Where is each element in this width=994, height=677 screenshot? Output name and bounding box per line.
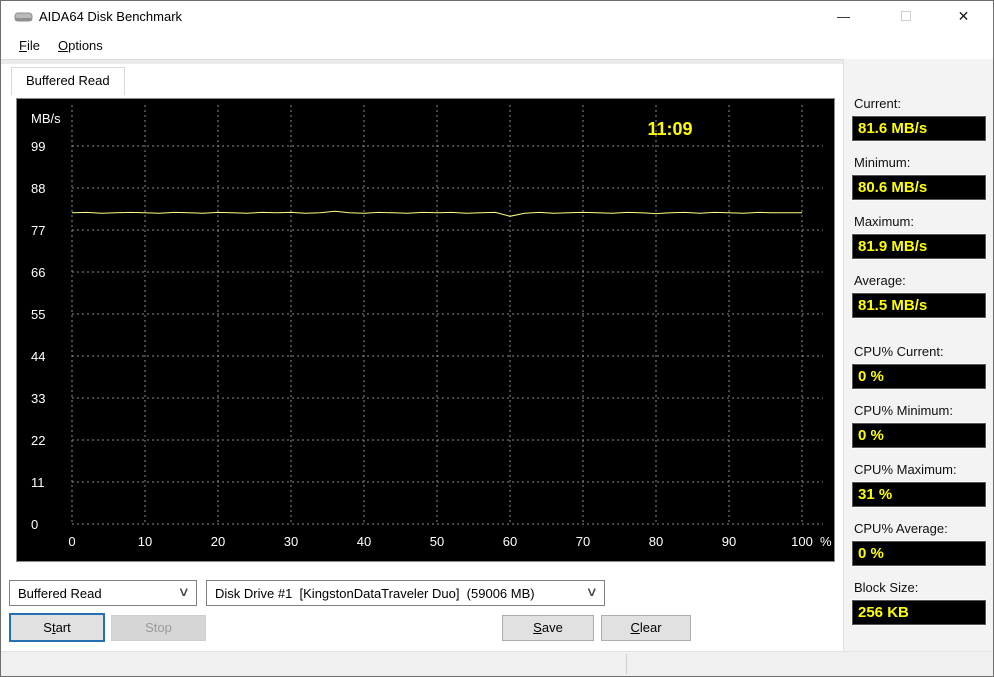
stat-label: Block Size: (854, 580, 919, 595)
stat-value-box: 80.6 MB/s (852, 175, 986, 200)
x-tick-label: 50 (430, 534, 444, 549)
y-tick-label: 88 (31, 181, 45, 196)
chevron-down-icon: ∨ (178, 584, 191, 599)
save-button[interactable]: Save (502, 615, 594, 641)
elapsed-time-label: 11:09 (647, 119, 692, 139)
stat-label: Current: (854, 96, 901, 111)
y-axis-unit: MB/s (31, 111, 61, 126)
menu-file[interactable]: File (10, 34, 49, 57)
window-title: AIDA64 Disk Benchmark (39, 9, 183, 24)
drive-select[interactable]: Disk Drive #1 [KingstonDataTraveler Duo]… (206, 580, 605, 606)
app-disk-icon (14, 12, 33, 22)
stat-label: CPU% Minimum: (854, 403, 953, 418)
benchmark-chart-area: 0 10 20 30 40 50 60 70 80 90 100% 99 88 77 66 55 44 33 22 1… (16, 98, 835, 562)
x-tick-label: 100 (791, 534, 813, 549)
x-tick-label: 80 (649, 534, 663, 549)
tab-buffered-read[interactable]: Buffered Read (11, 67, 125, 95)
stop-button: Stop (111, 615, 206, 641)
minimize-icon: — (837, 8, 850, 24)
stat-label: CPU% Average: (854, 521, 948, 536)
stat-value-box: 0 % (852, 364, 986, 389)
benchmark-type-value: Buffered Read (18, 585, 102, 601)
x-tick-label: 60 (503, 534, 517, 549)
y-tick-label: 22 (31, 433, 45, 448)
stat-label: Minimum: (854, 155, 911, 170)
stat-value-box: 81.6 MB/s (852, 116, 986, 141)
start-button[interactable]: Start (9, 613, 105, 642)
chevron-down-icon: ∨ (586, 584, 599, 599)
benchmark-chart: 0 10 20 30 40 50 60 70 80 90 100 % 99 88 77 66 55 44 33 22 1… (31, 105, 832, 549)
x-tick-label: 90 (722, 534, 736, 549)
status-pane-right (627, 652, 993, 676)
drive-select-value: Disk Drive #1 [KingstonDataTraveler Duo]… (215, 585, 535, 601)
close-button[interactable]: ✕ (941, 1, 986, 31)
stat-label: CPU% Current: (854, 344, 944, 359)
y-tick-label: 33 (31, 391, 45, 406)
maximize-icon (900, 11, 911, 21)
stat-label: Average: (854, 273, 906, 288)
x-tick-label: 40 (357, 534, 371, 549)
y-tick-label: 11 (31, 475, 45, 490)
x-axis-unit: % (820, 534, 832, 549)
menu-options[interactable]: Options (49, 34, 112, 57)
y-tick-label: 66 (31, 265, 45, 280)
stat-label: CPU% Maximum: (854, 462, 957, 477)
stat-label: Maximum: (854, 214, 914, 229)
y-tick-label: 99 (31, 139, 45, 154)
status-pane-left (1, 652, 626, 676)
aida64-disk-benchmark-window: AIDA64 Disk Benchmark — ✕ File Options B… (0, 0, 994, 677)
stat-value-box: 0 % (852, 423, 986, 448)
stat-value-box: 81.9 MB/s (852, 234, 986, 259)
benchmark-type-select[interactable]: Buffered Read ∨ (9, 580, 197, 606)
maximize-button[interactable] (883, 1, 928, 31)
y-tick-label: 44 (31, 349, 45, 364)
x-tick-label: 30 (284, 534, 298, 549)
stat-value-box: 81.5 MB/s (852, 293, 986, 318)
clear-button[interactable]: Clear (601, 615, 691, 641)
y-tick-label: 0 (31, 517, 38, 532)
x-tick-label: 0 (68, 534, 75, 549)
statusbar (1, 651, 993, 676)
close-icon: ✕ (957, 7, 970, 24)
y-tick-label: 77 (31, 223, 45, 238)
stat-value-box: 256 KB (852, 600, 986, 625)
x-tick-label: 10 (138, 534, 152, 549)
stats-panel: Current: 81.6 MB/s Minimum: 80.6 MB/s Maximu… (843, 59, 993, 651)
titlebar[interactable]: AIDA64 Disk Benchmark — ✕ (1, 1, 993, 33)
x-tick-label: 70 (576, 534, 590, 549)
minimize-button[interactable]: — (821, 1, 866, 31)
x-tick-label: 20 (211, 534, 225, 549)
stat-value-box: 31 % (852, 482, 986, 507)
menubar: File Options (1, 32, 993, 59)
y-tick-label: 55 (31, 307, 45, 322)
stat-value-box: 0 % (852, 541, 986, 566)
